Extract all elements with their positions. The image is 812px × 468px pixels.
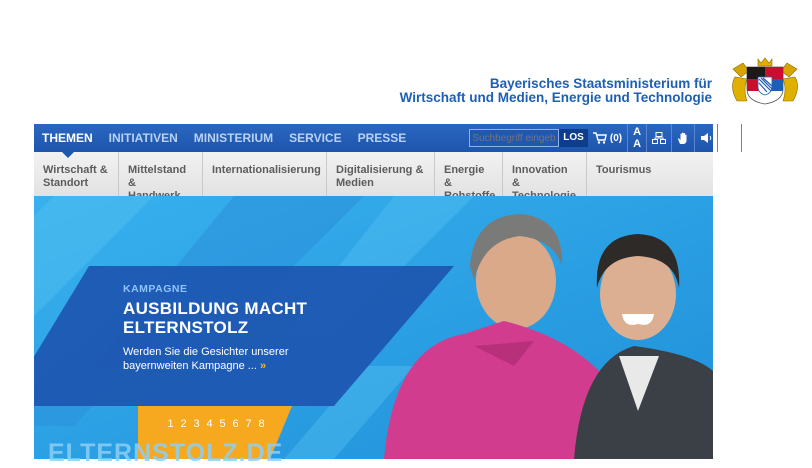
slide-page-5[interactable]: 5: [217, 418, 228, 430]
subnav-digitalisierung-medien[interactable]: Digitalisierung & Medien: [327, 152, 435, 196]
headline-line1: AUSBILDUNG MACHT: [123, 299, 308, 318]
hamburger-menu-icon: [723, 132, 737, 144]
slide-page-7[interactable]: 7: [243, 418, 254, 430]
subnav-label: Tourismus: [596, 164, 652, 176]
teaser-line1: Werden Sie die Gesichter unserer: [123, 346, 289, 358]
slider-pagination: 1 2 3 4 5 6 7 8: [165, 418, 267, 430]
subnav-label: Mittelstand &: [128, 164, 187, 189]
teaser-line2: bayernweiten Kampagne ...: [123, 360, 257, 372]
subnav-label: Internationalisierung: [212, 164, 321, 176]
nav-service[interactable]: SERVICE: [281, 124, 349, 152]
slide-page-6[interactable]: 6: [230, 418, 241, 430]
main-navigation: THEMEN INITIATIVEN MINISTERIUM SERVICE P…: [34, 124, 764, 152]
slide-page-8[interactable]: 8: [256, 418, 267, 430]
campaign-kicker: KAMPAGNE: [123, 283, 188, 295]
nav-presse[interactable]: PRESSE: [350, 124, 415, 152]
subnav-label: Energie &: [444, 164, 485, 189]
subnav-tourismus[interactable]: Tourismus: [587, 152, 684, 196]
subnav-label: Innovation &: [512, 164, 568, 189]
sitemap-icon: [652, 132, 667, 144]
active-nav-indicator: [62, 152, 74, 158]
campaign-url-watermark: ELTERNSTOLZ.DE: [48, 439, 284, 467]
subnav-wirtschaft-standort[interactable]: Wirtschaft & Standort: [34, 152, 119, 196]
menu-button[interactable]: [717, 124, 741, 152]
ministry-title[interactable]: Bayerisches Staatsministerium für Wirtsc…: [400, 77, 712, 105]
campaign-headline[interactable]: AUSBILDUNG MACHT ELTERNSTOLZ: [123, 299, 307, 337]
more-link-icon[interactable]: »: [260, 360, 266, 372]
sub-navigation: Wirtschaft & Standort Mittelstand & Hand…: [34, 152, 713, 202]
slide-page-4[interactable]: 4: [204, 418, 215, 430]
nav-ministerium[interactable]: MINISTERIUM: [186, 124, 281, 152]
font-size-button[interactable]: A A: [627, 124, 646, 152]
ministry-title-line1: Bayerisches Staatsministerium für: [489, 76, 712, 91]
subnav-label: Wirtschaft &: [43, 164, 108, 176]
slide-page-1[interactable]: 1: [165, 418, 176, 430]
sitemap-button[interactable]: [646, 124, 671, 152]
subnav-label: Digitalisierung &: [336, 164, 424, 176]
search-submit-button[interactable]: LOS: [559, 129, 588, 147]
slide-page-2[interactable]: 2: [178, 418, 189, 430]
cart-count: (0): [609, 132, 623, 144]
subnav-mittelstand-handwerk[interactable]: Mittelstand & Handwerk: [119, 152, 203, 202]
nav-themen[interactable]: THEMEN: [34, 124, 101, 152]
subnav-internationalisierung[interactable]: Internationalisierung: [203, 152, 327, 196]
subnav-innovation-technologie[interactable]: Innovation & Technologie: [503, 152, 587, 202]
speaker-icon: [701, 133, 712, 143]
subnav-energie-rohstoffe[interactable]: Energie & Rohstoffe: [435, 152, 503, 202]
cart-button[interactable]: (0): [588, 124, 627, 152]
campaign-banner-shape: [34, 266, 454, 406]
subnav-label: Medien: [336, 177, 374, 189]
search-box: LOS: [469, 129, 588, 147]
headline-line2: ELTERNSTOLZ: [123, 318, 249, 337]
bavarian-coat-of-arms-logo[interactable]: [725, 57, 805, 105]
ministry-title-line2: Wirtschaft und Medien, Energie und Techn…: [399, 90, 712, 105]
subnav-label: Standort: [43, 177, 89, 189]
hand-icon: [678, 132, 687, 144]
nav-initiativen[interactable]: INITIATIVEN: [101, 124, 186, 152]
shopping-cart-icon: [592, 132, 607, 144]
sign-language-button[interactable]: [671, 124, 694, 152]
language-switch-en[interactable]: EN: [741, 124, 772, 152]
search-input[interactable]: [469, 129, 560, 147]
slide-page-3[interactable]: 3: [191, 418, 202, 430]
campaign-teaser[interactable]: Werden Sie die Gesichter unserer bayernw…: [123, 345, 323, 373]
read-aloud-button[interactable]: [694, 124, 717, 152]
